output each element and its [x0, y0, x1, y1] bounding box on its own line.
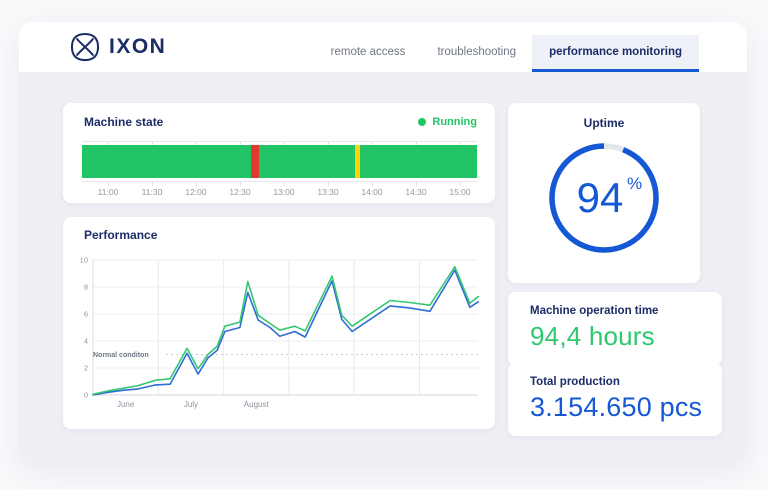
performance-chart: 0 2 4 6 8 10 June July August Normal conditon — [63, 217, 495, 429]
nav-tab-remote-access[interactable]: remote access — [315, 22, 422, 72]
nav-tab-performance-monitoring[interactable]: performance monitoring — [532, 35, 699, 72]
timeline-tick — [416, 182, 417, 186]
uptime-value: 94 — [577, 174, 624, 221]
timeline-time-label: 12:00 — [185, 187, 206, 197]
app-window: IXON remote access troubleshooting perfo… — [19, 22, 747, 464]
timeline-time-label: 14:30 — [405, 187, 426, 197]
running-legend-label: Running — [432, 116, 477, 128]
machine-state-title: Machine state — [84, 115, 163, 129]
y-tick-label: 2 — [84, 364, 88, 373]
timeline-tick — [196, 182, 197, 186]
y-tick-label: 6 — [84, 310, 88, 319]
uptime-unit: % — [627, 174, 642, 193]
timeline-segment-unlabeled-red — [251, 145, 259, 178]
timeline-axis-top — [82, 141, 477, 142]
timeline-tick — [152, 182, 153, 186]
y-tick-label: 4 — [84, 337, 88, 346]
machine-state-card: Machine state Running 11:00 11:30 12:00 12:… — [63, 103, 495, 203]
production-label: Total production — [530, 376, 722, 388]
timeline-tick — [460, 182, 461, 186]
timeline-time-label: 12:30 — [229, 187, 250, 197]
dashboard-body: Machine state Running 11:00 11:30 12:00 12:… — [19, 72, 747, 464]
timeline-time-label: 13:00 — [273, 187, 294, 197]
ixon-logo-icon — [70, 32, 100, 62]
x-tick-label: July — [184, 400, 198, 409]
production-value: 3.154.650 pcs — [530, 392, 722, 423]
operation-time-value: 94,4 hours — [530, 321, 722, 352]
series-green — [93, 267, 478, 395]
operation-time-card: Machine operation time 94,4 hours — [508, 292, 722, 366]
main-nav: remote access troubleshooting performanc… — [315, 22, 699, 72]
running-legend: Running — [418, 116, 477, 128]
timeline-tick — [108, 182, 109, 186]
production-card: Total production 3.154.650 pcs — [508, 363, 722, 436]
series-blue — [93, 270, 478, 395]
nav-tab-troubleshooting[interactable]: troubleshooting — [421, 22, 532, 72]
timeline-time-label: 11:00 — [98, 187, 119, 197]
y-tick-label: 0 — [84, 391, 88, 400]
y-tick-label: 10 — [80, 256, 88, 265]
y-tick-label: 8 — [84, 283, 88, 292]
x-tick-label: June — [117, 400, 135, 409]
brand-logo: IXON — [70, 32, 166, 62]
machine-state-timeline: 11:00 11:30 12:00 12:30 13:00 13:30 14:00 14:30… — [82, 141, 477, 199]
timeline-axis-bottom — [82, 181, 477, 182]
timeline-tick — [328, 182, 329, 186]
timeline-time-label: 13:30 — [317, 187, 338, 197]
timeline-tick — [240, 182, 241, 186]
performance-card: Performance 0246810JuneJulyAugustNormal … — [63, 217, 495, 429]
x-tick-label: August — [244, 400, 270, 409]
uptime-title: Uptime — [508, 103, 700, 130]
normal-condition-label: Normal conditon — [93, 352, 149, 359]
timeline-time-label: 14:00 — [361, 187, 382, 197]
uptime-card: Uptime 94 % — [508, 103, 700, 283]
running-dot-icon — [418, 118, 426, 126]
uptime-ring: 94 % — [547, 141, 661, 255]
timeline-segment-unlabeled-yellow — [355, 145, 360, 178]
timeline-bar — [82, 145, 477, 178]
timeline-tick — [372, 182, 373, 186]
timeline-tick — [284, 182, 285, 186]
app-header: IXON remote access troubleshooting perfo… — [19, 22, 747, 72]
timeline-time-label: 15:00 — [449, 187, 470, 197]
timeline-segment-running — [82, 145, 477, 178]
timeline-time-label: 11:30 — [142, 187, 163, 197]
brand-name: IXON — [109, 35, 166, 59]
operation-time-label: Machine operation time — [530, 305, 722, 317]
